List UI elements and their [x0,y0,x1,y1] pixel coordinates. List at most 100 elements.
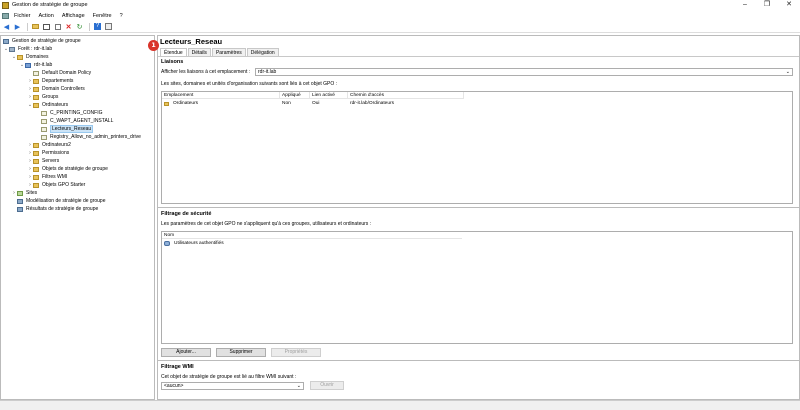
menu-help[interactable]: ? [117,13,126,19]
console-tree: Gestion de stratégie de groupe ⌄ Forêt :… [0,35,155,400]
modeling-icon [17,198,23,204]
gpo-link-icon [41,126,47,132]
close-button[interactable]: ✕ [778,0,800,10]
gpo-link-icon [41,110,47,116]
folder-icon [33,182,39,188]
security-description: Les paramètres de cet objet GPO ne s'app… [161,221,372,227]
site-icon [17,190,23,196]
status-bar [0,400,800,410]
links-table: Emplacement Appliqué Lien activé Chemin … [161,91,793,204]
col-enabled[interactable]: Lien activé [310,92,348,98]
tab-settings[interactable]: Paramètres [211,48,246,56]
list-item[interactable]: Utilisateurs authentifiés [162,240,224,247]
col-name[interactable]: Nom [162,232,462,238]
links-heading: Liaisons [161,59,184,65]
wmi-description: Cet objet de stratégie de groupe est lié… [161,374,297,380]
back-icon[interactable]: ◀ [2,22,11,31]
folder-icon [164,101,169,106]
gpo-link-icon [41,118,47,124]
tree-item-c-wapt-agent-install[interactable]: C_WAPT_AGENT_INSTALL [41,117,113,125]
menu-view[interactable]: Affichage [59,13,88,19]
tree-item-domains[interactable]: ⌄ Domaines [11,53,49,61]
tab-details[interactable]: Détails [187,48,211,56]
refresh-icon[interactable]: ↻ [75,22,84,31]
link-enforced: Non [282,101,291,106]
results-icon [17,206,23,212]
folder-icon [33,86,39,92]
link-enabled: Oui [312,101,320,106]
tree-item-permissions[interactable]: › Permissions [27,149,69,157]
tree-item-departements[interactable]: › Departements [27,77,73,85]
table-row[interactable]: Ordinateurs Non Oui rdr-it.lab/Ordinateu… [162,100,464,107]
tree-item-sites[interactable]: › Sites [11,189,37,197]
help-icon[interactable]: ? [93,22,102,31]
col-enforced[interactable]: Appliqué [280,92,310,98]
title-bar: Gestion de stratégie de groupe – ❐ ✕ [0,0,800,10]
folder-icon [17,54,23,60]
tree-item-starter-gpos[interactable]: › Objets GPO Starter [27,181,85,189]
tree-item-gpo-objects[interactable]: › Objets de stratégie de groupe [27,165,108,173]
links-location-dropdown[interactable]: rdr-it.lab ⌄ [255,68,793,76]
chevron-down-icon: ⌄ [785,69,790,75]
tree-item-c-printing-config[interactable]: C_PRINTING_CONFIG [41,109,103,117]
system-menu-icon[interactable] [2,12,9,19]
properties-button[interactable]: Propriétés [271,348,321,357]
security-list-header: Nom [162,232,462,239]
forward-icon[interactable]: ▶ [13,22,22,31]
tree-item-lecteurs-reseau[interactable]: Lecteurs_Reseau [41,125,94,133]
delete-icon[interactable]: ✕ [64,22,73,31]
folder-icon [33,102,39,108]
folder-icon [33,78,39,84]
tree-item-domain[interactable]: ⌄ rdr-it.lab [19,61,52,69]
tree-item-registry-allow[interactable]: Registry_Allow_no_admin_printers_drive [41,133,141,141]
col-location[interactable]: Emplacement [162,92,280,98]
links-location-value: rdr-it.lab [258,69,277,75]
folder-icon [33,158,39,164]
col-path[interactable]: Chemin d'accès [348,92,464,98]
tree-item-ordinateurs2[interactable]: › Ordinateurs2 [27,141,71,149]
tree-item-forest[interactable]: ⌄ Forêt : rdr-it.lab [3,45,52,53]
security-list: Nom Utilisateurs authentifiés [161,231,793,344]
links-location-label: Afficher les liaisons à cet emplacement … [161,69,251,75]
remove-button[interactable]: Supprimer [216,348,266,357]
tree-item-domain-controllers[interactable]: › Domain Controllers [27,85,85,93]
links-description: Les sites, domaines et unités d'organisa… [161,81,338,87]
app-icon [2,1,9,9]
folder-icon [33,174,39,180]
tab-scope[interactable]: Étendue [160,48,187,56]
gpo-link-icon [33,70,39,76]
gpo-title: Lecteurs_Reseau [160,37,223,46]
wmi-filter-dropdown[interactable]: <aucun> ⌄ [161,382,304,390]
properties-icon[interactable] [104,22,113,31]
gpo-link-icon [41,134,47,140]
details-pane: Lecteurs_Reseau Étendue Détails Paramètr… [157,35,800,400]
window-title: Gestion de stratégie de groupe [12,2,88,8]
console-tree-icon[interactable] [42,22,51,31]
menu-file[interactable]: Fichier [11,13,34,19]
tree-item-servers[interactable]: › Servers [27,157,59,165]
folder-icon [33,166,39,172]
tree-item-results[interactable]: Résultats de stratégie de groupe [17,205,98,213]
tree-item-modeling[interactable]: Modélisation de stratégie de groupe [17,197,106,205]
add-button[interactable]: Ajouter... [161,348,211,357]
maximize-button[interactable]: ❐ [756,0,778,10]
folder-up-icon[interactable] [31,22,40,31]
tree-item-ordinateurs[interactable]: ⌄ Ordinateurs [27,101,68,109]
folder-icon [33,142,39,148]
folder-icon [33,94,39,100]
tree-item-groups[interactable]: › Groups [27,93,58,101]
tab-delegation[interactable]: Délégation [246,48,279,56]
menu-action[interactable]: Action [36,13,57,19]
tree-item-gpm[interactable]: Gestion de stratégie de groupe [3,37,81,45]
open-button[interactable]: Ouvrir [310,381,344,390]
tree-item-default-domain-policy[interactable]: Default Domain Policy [33,69,91,77]
tree-item-wmi-filters[interactable]: › Filtres WMI [27,173,67,181]
chevron-down-icon: ⌄ [296,383,301,389]
menu-window[interactable]: Fenêtre [90,13,115,19]
copy-icon[interactable] [53,22,62,31]
minimize-button[interactable]: – [734,0,756,10]
domain-icon [25,62,31,68]
link-path: rdr-it.lab/Ordinateurs [350,101,394,106]
wmi-filter-value: <aucun> [164,383,184,389]
divider [158,360,799,361]
